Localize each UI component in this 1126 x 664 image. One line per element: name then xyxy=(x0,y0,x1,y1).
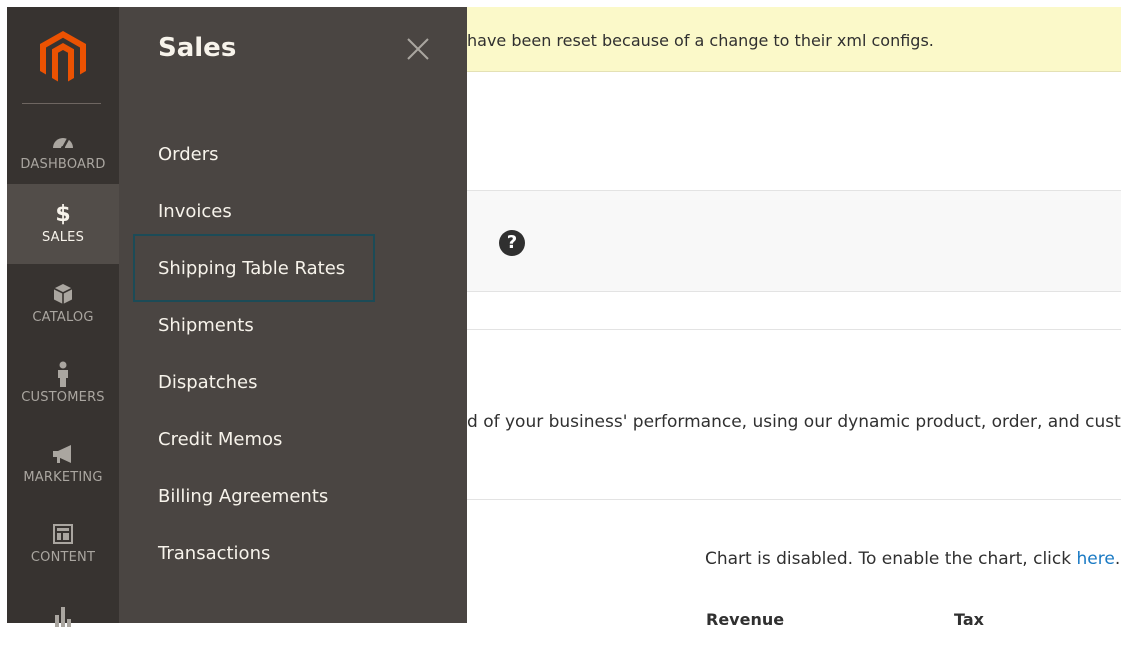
nav-item-dashboard[interactable]: DASHBOARD xyxy=(7,111,119,191)
system-notice-text: have been reset because of a change to t… xyxy=(467,31,934,50)
bar-chart-icon xyxy=(7,600,119,628)
chart-disabled-message: Chart is disabled. To enable the chart, … xyxy=(705,549,1120,569)
submenu-item-shipping-table-rates[interactable]: Shipping Table Rates xyxy=(158,258,345,279)
layout-icon xyxy=(7,520,119,548)
advanced-reporting-text: d of your business' performance, using o… xyxy=(467,412,1121,432)
nav-item-customers[interactable]: CUSTOMERS xyxy=(7,344,119,424)
nav-label-dashboard: DASHBOARD xyxy=(20,157,106,172)
column-header-revenue: Revenue xyxy=(706,610,785,629)
page-top-margin xyxy=(0,0,1126,7)
nav-label-customers: CUSTOMERS xyxy=(21,390,105,405)
submenu-item-shipments[interactable]: Shipments xyxy=(158,315,254,336)
admin-nav-rail: DASHBOARD $ SALES CATALOG CUSTOMERS MARK… xyxy=(7,7,119,627)
enable-chart-link[interactable]: here xyxy=(1077,549,1115,569)
magento-logo-icon[interactable] xyxy=(36,29,90,85)
chart-disabled-end: . xyxy=(1114,549,1121,569)
nav-item-catalog[interactable]: CATALOG xyxy=(7,264,119,344)
rail-divider xyxy=(22,103,101,104)
submenu-item-invoices[interactable]: Invoices xyxy=(158,201,232,222)
submenu-title: Sales xyxy=(158,33,237,63)
megaphone-icon xyxy=(7,440,119,468)
help-icon[interactable]: ? xyxy=(499,230,525,256)
submenu-item-dispatches[interactable]: Dispatches xyxy=(158,372,258,393)
divider xyxy=(467,499,1121,500)
nav-item-content[interactable]: CONTENT xyxy=(7,504,119,584)
nav-label-sales: SALES xyxy=(41,230,85,245)
submenu-item-transactions[interactable]: Transactions xyxy=(158,543,270,564)
close-icon[interactable] xyxy=(404,35,432,63)
person-icon xyxy=(7,360,119,388)
box-icon xyxy=(7,280,119,308)
dashboard-icon xyxy=(7,127,119,155)
nav-item-sales[interactable]: $ SALES xyxy=(7,184,119,264)
dollar-icon: $ xyxy=(55,201,71,227)
submenu-item-credit-memos[interactable]: Credit Memos xyxy=(158,429,282,450)
nav-item-reports[interactable] xyxy=(7,584,119,664)
page-left-margin xyxy=(0,0,7,623)
nav-label-catalog: CATALOG xyxy=(32,310,94,325)
chart-disabled-text: Chart is disabled. To enable the chart, … xyxy=(705,549,1077,569)
page-actions-band xyxy=(467,190,1121,292)
submenu-item-billing-agreements[interactable]: Billing Agreements xyxy=(158,486,328,507)
nav-label-marketing: MARKETING xyxy=(23,470,103,485)
submenu-item-orders[interactable]: Orders xyxy=(158,144,219,165)
page-right-margin xyxy=(1121,0,1126,623)
nav-label-content: CONTENT xyxy=(30,550,96,565)
nav-item-marketing[interactable]: MARKETING xyxy=(7,424,119,504)
column-header-tax: Tax xyxy=(954,610,984,629)
sales-submenu-panel: Sales Orders Invoices Shipping Table Rat… xyxy=(119,7,467,623)
divider xyxy=(467,329,1121,330)
